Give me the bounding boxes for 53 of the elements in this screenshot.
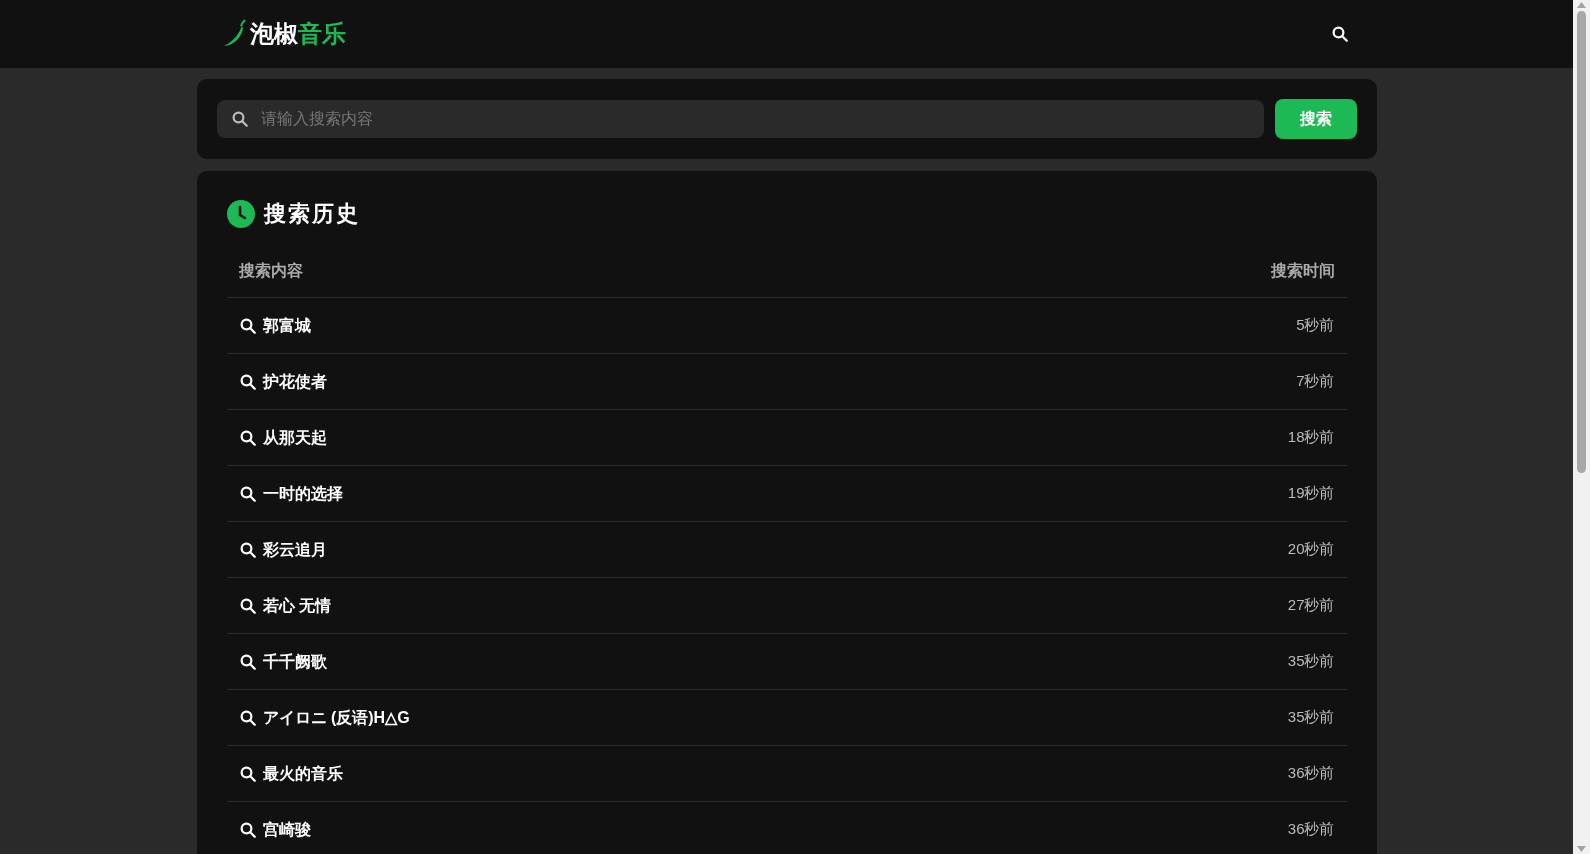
search-time: 20秒前 [1287, 539, 1335, 560]
scroll-up-icon[interactable] [1577, 2, 1586, 8]
search-icon [238, 316, 257, 335]
history-row[interactable]: 郭富城 5秒前 [226, 298, 1347, 354]
search-query: アイロニ (反语)H△G [262, 707, 410, 728]
history-row[interactable]: 一时的选择 19秒前 [226, 466, 1347, 522]
search-input[interactable]: 请输入搜索内容 [260, 107, 1250, 131]
scrollbar[interactable] [1573, 0, 1590, 854]
search-time: 18秒前 [1287, 427, 1335, 448]
search-icon [238, 540, 257, 559]
search-query: 千千阙歌 [262, 651, 327, 672]
search-time: 7秒前 [1296, 371, 1335, 392]
search-icon [238, 484, 257, 503]
search-query: 护花使者 [262, 371, 327, 392]
history-row[interactable]: 从那天起 18秒前 [226, 410, 1347, 466]
search-query: 一时的选择 [262, 483, 343, 504]
search-icon [230, 110, 249, 128]
scrollbar-thumb[interactable] [1577, 11, 1586, 473]
search-icon [238, 372, 257, 391]
search-time: 5秒前 [1296, 315, 1335, 336]
search-time: 35秒前 [1287, 651, 1335, 672]
history-row[interactable]: 若心 无情 27秒前 [226, 578, 1347, 634]
search-time: 19秒前 [1287, 483, 1335, 504]
search-query: 郭富城 [262, 315, 311, 336]
search-icon [238, 596, 257, 615]
logo-text[interactable]: 泡椒音乐 [249, 16, 346, 52]
search-query: 从那天起 [262, 427, 327, 448]
search-icon [238, 652, 257, 671]
search-query: 最火的音乐 [262, 763, 343, 784]
search-time: 35秒前 [1287, 707, 1335, 728]
search-query: 宫崎骏 [262, 819, 311, 840]
history-row[interactable]: 千千阙歌 35秒前 [226, 634, 1347, 690]
search-icon [238, 428, 257, 447]
search-icon [238, 708, 257, 727]
search-time: 36秒前 [1287, 763, 1335, 784]
search-time: 27秒前 [1287, 595, 1335, 616]
scroll-down-icon[interactable] [1577, 846, 1586, 852]
column-header: 搜索时间 [1270, 260, 1335, 281]
clock-icon [226, 199, 255, 228]
history-title: 搜索历史 [263, 200, 360, 228]
search-field[interactable]: 请输入搜索内容 [216, 100, 1264, 138]
history-row[interactable]: 最火的音乐 36秒前 [226, 746, 1347, 802]
history-row[interactable]: 彩云追月 20秒前 [226, 522, 1347, 578]
history-row[interactable]: アイロニ (反语)H△G 35秒前 [226, 690, 1347, 746]
search-icon [238, 764, 257, 783]
history-row[interactable]: 宫崎骏 36秒前 [226, 802, 1347, 854]
history-row[interactable]: 护花使者 7秒前 [226, 354, 1347, 410]
search-time: 36秒前 [1287, 819, 1335, 840]
search-icon [1330, 25, 1349, 43]
search-query: 若心 无情 [262, 595, 331, 616]
search-query: 彩云追月 [262, 539, 327, 560]
search-icon [238, 820, 257, 839]
column-header: 搜索内容 [238, 260, 303, 281]
